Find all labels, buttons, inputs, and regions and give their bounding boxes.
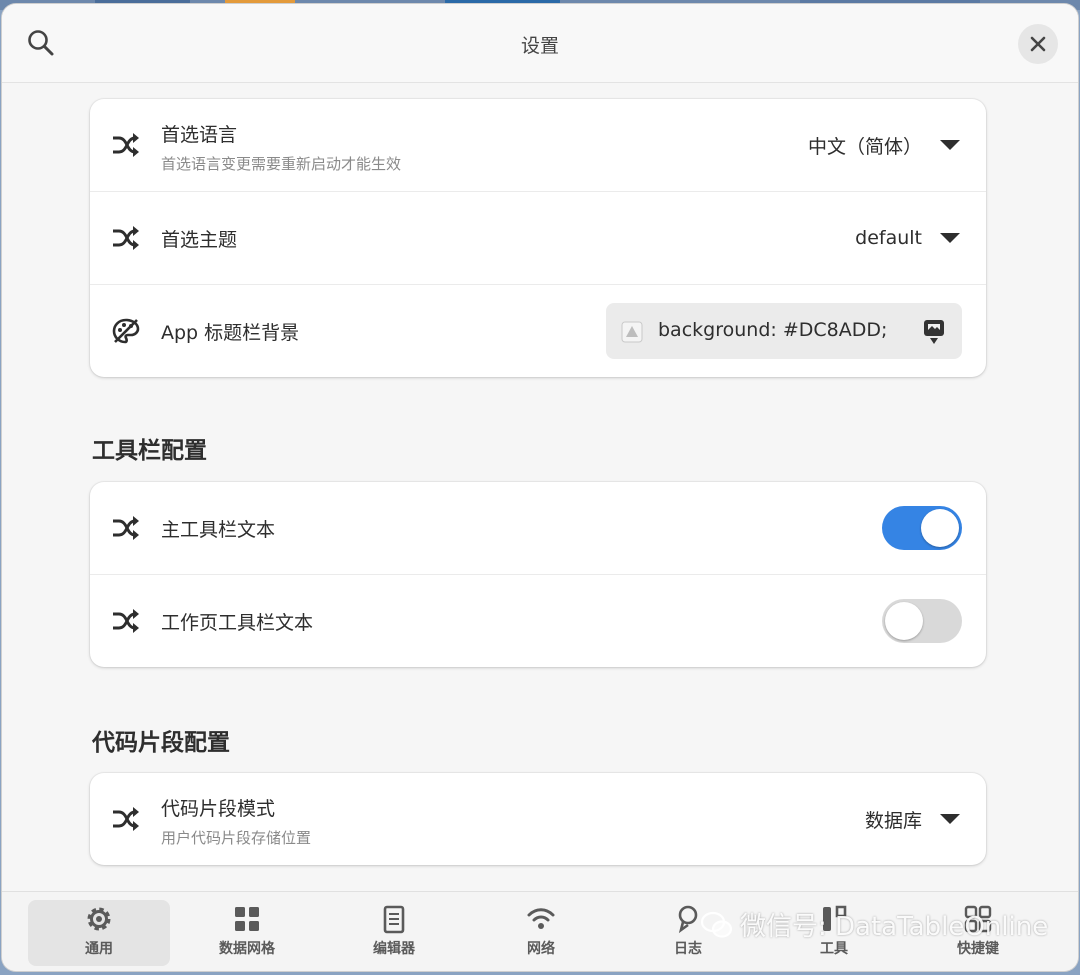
wechat-icon [700, 911, 733, 938]
app-title-bg-row: App 标题栏背景 background: #DC8ADD; [90, 285, 986, 377]
nav-general[interactable]: 通用 [28, 900, 170, 966]
close-button[interactable] [1018, 24, 1058, 64]
wechat-watermark: 微信号: DataTableOnline [700, 906, 1048, 943]
shuffle-icon [113, 609, 139, 633]
main-toolbar-text-title: 主工具栏文本 [161, 519, 276, 541]
language-subtitle: 首选语言变更需要重新启动才能生效 [161, 155, 402, 173]
toolbar-section-title: 工具栏配置 [92, 438, 207, 464]
palette-icon [112, 318, 140, 344]
app-title-bg-title: App 标题栏背景 [161, 322, 300, 344]
header-bar: 设置 [2, 4, 1078, 83]
snippet-mode-value: 数据库 [864, 809, 922, 832]
window-title: 设置 [520, 35, 559, 57]
general-settings-card: 首选语言 首选语言变更需要重新启动才能生效 中文（简体） 首选主题 defaul… [90, 99, 986, 377]
language-title: 首选语言 [161, 124, 238, 146]
snippet-mode-title: 代码片段模式 [161, 798, 276, 820]
chevron-down-icon [940, 140, 960, 150]
nav-label: 网络 [527, 941, 555, 957]
snippet-mode-subtitle: 用户代码片段存储位置 [161, 829, 312, 847]
log-icon [678, 905, 698, 934]
theme-row: 首选主题 default [90, 192, 986, 285]
shuffle-icon [113, 133, 139, 157]
toolbar-settings-card: 主工具栏文本 工作页工具栏文本 [90, 482, 986, 667]
language-value: 中文（简体） [807, 135, 922, 158]
nav-label: 数据网格 [219, 941, 275, 957]
main-toolbar-text-row: 主工具栏文本 [90, 482, 986, 575]
warning-icon [621, 321, 643, 343]
grid-icon [235, 907, 259, 931]
gear-icon [87, 907, 111, 931]
nav-network[interactable]: 网络 [470, 900, 612, 966]
settings-window: 设置 首选语言 首选语言变更需要重新启动才能生效 中文（简体） 首选主题 def… [2, 4, 1078, 971]
color-picker-icon[interactable] [922, 318, 946, 346]
chevron-down-icon [940, 814, 960, 824]
nav-label: 编辑器 [373, 941, 415, 957]
nav-data-grid[interactable]: 数据网格 [176, 900, 318, 966]
snippet-settings-card: 代码片段模式 用户代码片段存储位置 数据库 [90, 773, 986, 865]
app-title-bg-input[interactable]: background: #DC8ADD; [606, 303, 962, 359]
shuffle-icon [113, 226, 139, 250]
nav-label: 通用 [85, 941, 113, 957]
theme-title: 首选主题 [161, 229, 238, 251]
worksheet-toolbar-text-title: 工作页工具栏文本 [161, 612, 314, 634]
close-icon [1030, 36, 1046, 52]
nav-editor[interactable]: 编辑器 [323, 900, 465, 966]
worksheet-toolbar-text-switch[interactable] [882, 599, 962, 643]
theme-dropdown[interactable]: default [855, 223, 960, 253]
switch-knob [885, 602, 923, 640]
snippet-section-title: 代码片段配置 [92, 730, 230, 756]
settings-content: 首选语言 首选语言变更需要重新启动才能生效 中文（简体） 首选主题 defaul… [2, 83, 1078, 889]
theme-value: default [855, 227, 922, 249]
language-row: 首选语言 首选语言变更需要重新启动才能生效 中文（简体） [90, 99, 986, 192]
editor-icon [383, 905, 405, 934]
watermark-text: 微信号: DataTableOnline [740, 912, 1049, 942]
language-dropdown[interactable]: 中文（简体） [808, 130, 960, 160]
wifi-icon [527, 908, 555, 929]
snippet-mode-row: 代码片段模式 用户代码片段存储位置 数据库 [90, 773, 986, 865]
snippet-mode-dropdown[interactable]: 数据库 [865, 804, 960, 834]
app-title-bg-value: background: #DC8ADD; [658, 319, 888, 341]
main-toolbar-text-switch[interactable] [882, 506, 962, 550]
switch-knob [921, 509, 959, 547]
shuffle-icon [113, 516, 139, 540]
shuffle-icon [113, 807, 139, 831]
worksheet-toolbar-text-row: 工作页工具栏文本 [90, 575, 986, 667]
chevron-down-icon [940, 233, 960, 243]
